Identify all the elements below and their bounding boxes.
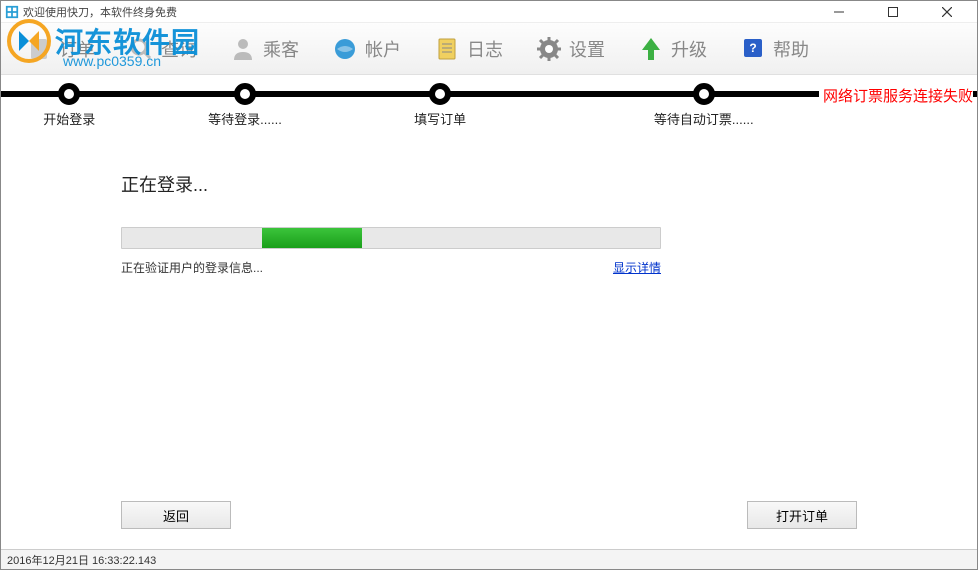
toolbar-label: 升级	[671, 36, 707, 62]
step-node-1	[58, 83, 80, 105]
toolbar-logs[interactable]: 日志	[419, 29, 517, 69]
login-title: 正在登录...	[121, 171, 857, 197]
toolbar-settings[interactable]: 设置	[521, 29, 619, 69]
toolbar-label: 订单	[59, 36, 95, 62]
maximize-button[interactable]	[875, 3, 911, 21]
toolbar-label: 帐户	[365, 36, 401, 62]
toolbar-label: 查询	[161, 36, 197, 62]
toolbar-passengers[interactable]: 乘客	[215, 29, 313, 69]
upgrade-icon	[637, 35, 665, 63]
ie-icon	[331, 35, 359, 63]
close-button[interactable]	[929, 3, 965, 21]
search-icon	[127, 35, 155, 63]
window-controls	[821, 3, 973, 21]
titlebar: 欢迎使用快刀，本软件终身免费	[1, 1, 977, 23]
toolbar-upgrade[interactable]: 升级	[623, 29, 721, 69]
minimize-button[interactable]	[821, 3, 857, 21]
orders-icon	[25, 35, 53, 63]
step-label-1: 开始登录	[43, 109, 95, 128]
step-node-2	[234, 83, 256, 105]
statusbar: 2016年12月21日 16:33:22.143	[1, 549, 977, 569]
step-label-4: 等待自动订票......	[654, 109, 754, 128]
bottom-buttons: 返回 打开订单	[1, 501, 977, 529]
person-icon	[229, 35, 257, 63]
toolbar-orders[interactable]: 订单	[11, 29, 109, 69]
step-node-4	[693, 83, 715, 105]
toolbar-account[interactable]: 帐户	[317, 29, 415, 69]
window-title: 欢迎使用快刀，本软件终身免费	[23, 4, 821, 20]
svg-text:?: ?	[749, 41, 756, 55]
login-progress-bar	[121, 227, 661, 249]
help-icon: ?	[739, 35, 767, 63]
step-label-2: 等待登录......	[208, 109, 282, 128]
step-label-3: 填写订单	[414, 109, 466, 128]
progress-fill	[262, 228, 362, 248]
main-content: 正在登录... 正在验证用户的登录信息... 显示详情	[1, 131, 977, 276]
toolbar-search[interactable]: 查询	[113, 29, 211, 69]
network-error-status: 网络订票服务连接失败	[819, 85, 973, 106]
app-icon	[5, 5, 19, 19]
back-button[interactable]: 返回	[121, 501, 231, 529]
open-order-button[interactable]: 打开订单	[747, 501, 857, 529]
toolbar: 订单 查询 乘客 帐户 日志 设置 升级 ? 帮助	[1, 23, 977, 75]
show-details-link[interactable]: 显示详情	[613, 259, 661, 276]
progress-steps: 开始登录 等待登录...... 填写订单 等待自动订票...... 网络订票服务…	[1, 83, 977, 131]
verify-status-text: 正在验证用户的登录信息...	[121, 259, 263, 276]
step-node-3	[429, 83, 451, 105]
toolbar-help[interactable]: ? 帮助	[725, 29, 823, 69]
gear-icon	[535, 35, 563, 63]
toolbar-label: 设置	[569, 36, 605, 62]
toolbar-label: 帮助	[773, 36, 809, 62]
log-icon	[433, 35, 461, 63]
toolbar-label: 日志	[467, 36, 503, 62]
statusbar-timestamp: 2016年12月21日 16:33:22.143	[7, 552, 156, 568]
toolbar-label: 乘客	[263, 36, 299, 62]
